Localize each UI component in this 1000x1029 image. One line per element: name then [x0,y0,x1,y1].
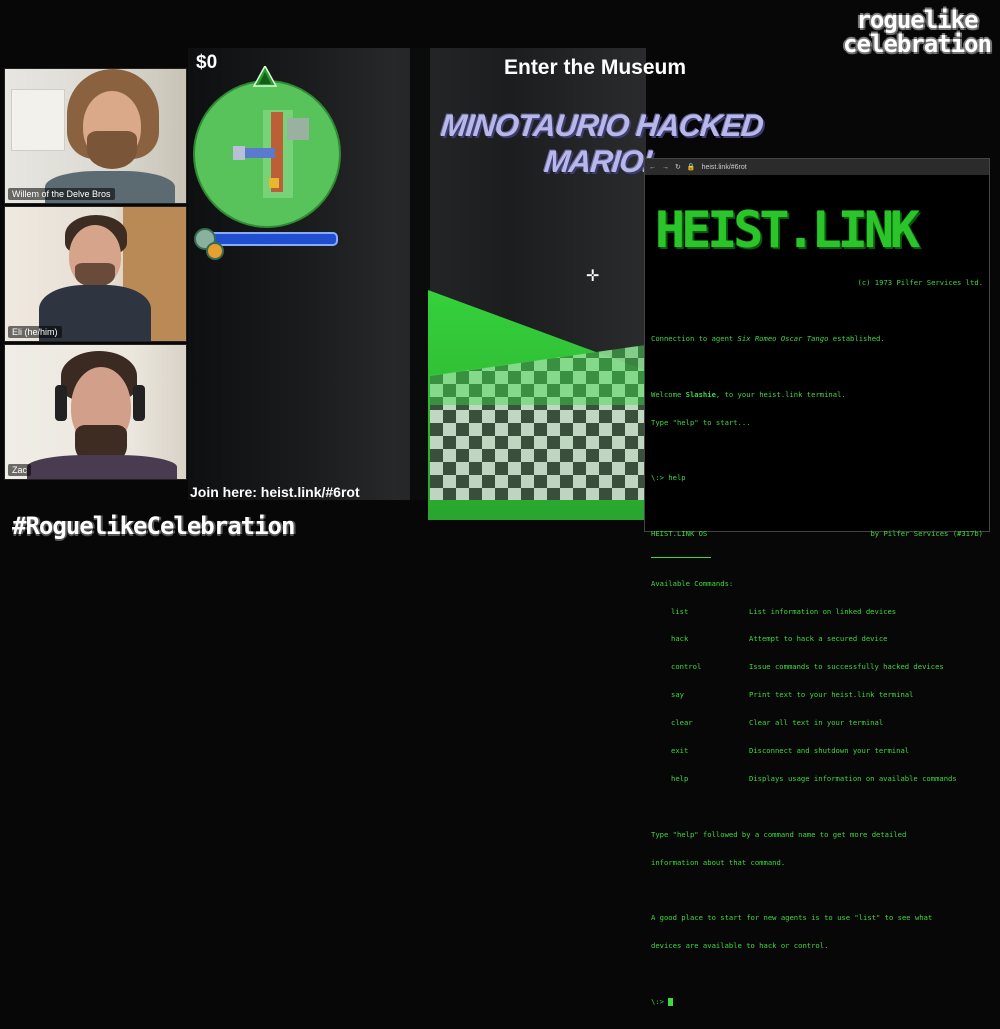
copyright-line: (c) 1973 Pilfer Services ltd. [857,278,984,288]
command-row: list List information on linked devices [671,606,897,616]
compass-north-icon [252,64,278,88]
terminal-input-line[interactable]: \:> [651,997,983,1007]
terminal[interactable]: HEIST.LINK (c) 1973 Pilfer Services ltd.… [645,175,989,1029]
command-row: control Issue commands to successfully ha… [671,662,944,672]
type-help-line: Type "help" to start... [651,417,751,427]
webcam-name-label: Zac [8,464,32,476]
webcam-zac: Zac [4,344,187,480]
connection-line: Connection to agent Six Romeo Oscar Tang… [651,333,885,343]
join-link-text: Join here: heist.link/#6rot [190,484,360,500]
cursor-icon [668,998,674,1007]
logo-line-1: roguelike [856,6,978,34]
command-row: say Print text to your heist.link termina… [671,690,914,700]
os-header: HEIST.LINK OS by Pilfer Services (#317b) [651,529,983,539]
back-icon[interactable]: ← [649,164,656,171]
logo-line-2: celebration [843,30,992,58]
objective-title: Enter the Museum [503,56,687,79]
command-row: clear Clear all text in your terminal [671,718,884,728]
command-row: hack Attempt to hack a secured device [671,634,888,644]
webcam-eli: Eli (he/him) [4,206,187,342]
reload-icon[interactable]: ↻ [675,163,681,171]
start-hint-line: devices are available to hack or control… [651,941,829,951]
address-bar[interactable]: heist.link/#6rot [702,164,747,171]
heist-link-logo: HEIST.LINK [655,200,920,259]
webcam-name-label: Willem of the Delve Bros [8,188,115,200]
minimap-rooms [233,110,309,198]
roguelike-celebration-logo: roguelike celebration [838,8,996,66]
lock-icon: 🔒 [686,164,696,171]
command-row: help Displays usage information on availa… [671,773,957,783]
start-hint-line: A good place to start for new agents is … [651,913,933,923]
forward-icon[interactable]: → [662,164,669,171]
welcome-line: Welcome Slashie, to your heist.link term… [651,389,846,399]
crosshair-icon: ✛ [586,268,600,285]
command-row: exit Disconnect and shutdown your termina… [671,746,910,756]
prompt-help-line: \:> help [651,473,686,483]
available-commands-label: Available Commands: [651,578,734,588]
money-counter: $0 [196,52,218,73]
minimap [193,80,341,228]
help-hint-line: Type "help" followed by a command name t… [651,829,907,839]
webcam-name-label: Eli (he/him) [8,326,62,338]
event-hashtag: #RoguelikeCelebration [12,512,295,540]
browser-toolbar: ← → ↻ 🔒 heist.link/#6rot [645,159,989,175]
item-slot-icon [206,242,224,260]
webcam-willem: Willem of the Delve Bros [4,68,187,204]
help-hint-line: information about that command. [651,857,786,867]
os-divider [651,557,711,559]
browser-window: ← → ↻ 🔒 heist.link/#6rot HEIST.LINK (c) … [644,158,990,1007]
